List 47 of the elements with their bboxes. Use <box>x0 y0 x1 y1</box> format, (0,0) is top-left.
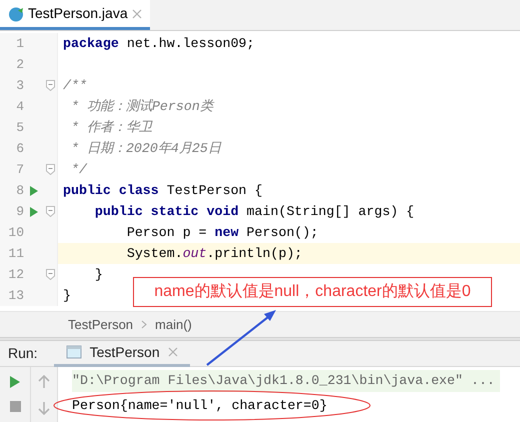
run-icon[interactable] <box>9 375 21 389</box>
run-icon[interactable] <box>29 184 39 196</box>
chevron-icon <box>141 320 148 329</box>
line-number: 6 <box>15 140 24 158</box>
code-text: * 日期：2020年4月25日 <box>70 140 221 158</box>
code-text: public class TestPerson { <box>62 182 262 200</box>
code-text: * 作者：华卫 <box>70 118 152 137</box>
code-text: } <box>62 286 71 305</box>
run-tab[interactable]: TestPerson <box>54 340 190 366</box>
line-number: 7 <box>15 160 24 179</box>
line-number: 11 <box>7 244 24 263</box>
stop-icon[interactable] <box>10 401 20 412</box>
line-number: 8 <box>15 182 24 200</box>
up-arrow-icon[interactable] <box>38 375 50 389</box>
line-number: 3 <box>15 76 24 95</box>
line-number: 9 <box>15 202 24 221</box>
line-number: 2 <box>15 56 24 74</box>
line-number: 5 <box>15 118 24 137</box>
console-icon <box>66 345 82 359</box>
breadcrumb-item[interactable]: main() <box>155 314 192 334</box>
fold-icon[interactable] <box>46 80 54 91</box>
close-icon[interactable] <box>168 347 178 357</box>
run-icon[interactable] <box>29 206 39 218</box>
line-number: 10 <box>7 224 24 242</box>
fold-icon[interactable] <box>46 269 54 280</box>
code-text: } <box>94 266 103 284</box>
line-number: 12 <box>7 266 24 284</box>
line-number: 4 <box>15 98 24 116</box>
code-text: package net.hw.lesson09; <box>62 34 255 53</box>
panel-label: Run: <box>8 344 38 363</box>
code-text: * 功能：测试Person类 <box>70 98 213 116</box>
breadcrumb-item[interactable]: TestPerson <box>68 314 134 334</box>
class-file-icon <box>8 6 24 22</box>
code-text: System.out.println(p); <box>126 244 302 263</box>
console-output: Person{name='null', character=0} <box>72 397 328 414</box>
line-number: 13 <box>7 286 24 305</box>
annotation-callout: name的默认值是null，character的默认值是0 <box>133 277 492 307</box>
code-text: Person p = new Person(); <box>126 224 318 242</box>
editor-tab[interactable]: TestPerson.java <box>0 0 150 30</box>
line-number: 1 <box>15 34 24 53</box>
fold-icon[interactable] <box>46 206 54 217</box>
down-arrow-icon[interactable] <box>38 401 50 415</box>
code-text: /** <box>62 76 87 95</box>
code-text: public static void main(String[] args) { <box>94 202 414 221</box>
close-icon[interactable] <box>132 8 142 18</box>
code-text: */ <box>70 160 87 179</box>
fold-icon[interactable] <box>46 164 54 175</box>
